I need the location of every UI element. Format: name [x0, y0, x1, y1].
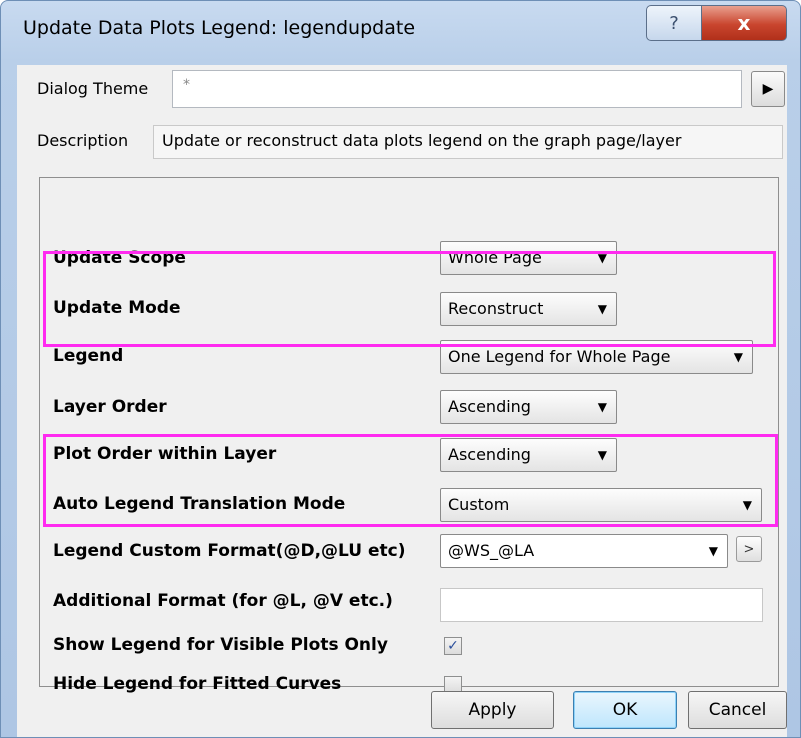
- close-icon: x: [737, 11, 751, 35]
- auto-translation-value: Custom: [448, 495, 510, 514]
- chevron-right-icon: >: [743, 541, 755, 557]
- custom-format-label: Legend Custom Format(@D,@LU etc): [53, 541, 406, 561]
- chevron-down-icon: ▼: [597, 448, 607, 462]
- window-title: Update Data Plots Legend: legendupdate: [23, 17, 416, 39]
- custom-format-more-button[interactable]: >: [736, 536, 762, 562]
- cancel-button[interactable]: Cancel: [688, 691, 787, 729]
- layer-order-label: Layer Order: [53, 397, 167, 417]
- plot-order-dropdown[interactable]: Ascending ▼: [440, 438, 617, 472]
- show-visible-only-label: Show Legend for Visible Plots Only: [53, 635, 388, 655]
- help-button[interactable]: ?: [646, 5, 702, 41]
- title-bar[interactable]: Update Data Plots Legend: legendupdate ?…: [1, 1, 800, 65]
- update-scope-value: Whole Page: [448, 248, 542, 267]
- auto-translation-dropdown[interactable]: Custom ▼: [440, 488, 762, 522]
- custom-format-combo[interactable]: @WS_@LA ▼: [440, 534, 728, 568]
- triangle-right-icon: ▶: [762, 81, 774, 97]
- show-visible-only-checkbox[interactable]: ✓: [444, 637, 462, 655]
- legend-dropdown[interactable]: One Legend for Whole Page ▼: [440, 340, 753, 374]
- settings-panel: Update Scope Whole Page ▼ Update Mode Re…: [39, 177, 779, 694]
- dialog-theme-input[interactable]: *: [172, 70, 742, 108]
- auto-translation-label: Auto Legend Translation Mode: [53, 494, 346, 514]
- apply-button[interactable]: Apply: [431, 691, 554, 729]
- chevron-down-icon: ▼: [597, 302, 607, 316]
- description-text: Update or reconstruct data plots legend …: [153, 125, 783, 159]
- dialog-theme-label: Dialog Theme: [37, 79, 149, 98]
- legend-value: One Legend for Whole Page: [448, 347, 671, 366]
- legend-label: Legend: [53, 346, 124, 366]
- custom-format-value: @WS_@LA: [448, 541, 535, 560]
- ok-button[interactable]: OK: [573, 691, 677, 729]
- update-mode-dropdown[interactable]: Reconstruct ▼: [440, 292, 617, 326]
- update-scope-label: Update Scope: [53, 248, 186, 268]
- update-scope-dropdown[interactable]: Whole Page ▼: [440, 241, 617, 275]
- help-icon: ?: [669, 12, 679, 34]
- chevron-down-icon: ▼: [742, 498, 752, 512]
- chevron-down-icon: ▼: [733, 350, 743, 364]
- chevron-down-icon: ▼: [597, 251, 607, 265]
- dialog-window: Update Data Plots Legend: legendupdate ?…: [0, 0, 801, 738]
- plot-order-label: Plot Order within Layer: [53, 444, 277, 464]
- close-button[interactable]: x: [701, 5, 787, 41]
- chevron-down-icon: ▼: [708, 544, 718, 558]
- update-mode-label: Update Mode: [53, 298, 181, 318]
- additional-format-label: Additional Format (for @L, @V etc.): [53, 591, 393, 611]
- description-label: Description: [37, 131, 129, 150]
- plot-order-value: Ascending: [448, 445, 531, 464]
- dialog-theme-menu-button[interactable]: ▶: [751, 71, 785, 107]
- layer-order-dropdown[interactable]: Ascending ▼: [440, 390, 617, 424]
- dialog-body: Dialog Theme * ▶ Description Update or r…: [17, 65, 787, 737]
- additional-format-input[interactable]: [440, 588, 763, 622]
- update-mode-value: Reconstruct: [448, 299, 544, 318]
- hide-fitted-label: Hide Legend for Fitted Curves: [53, 674, 342, 694]
- chevron-down-icon: ▼: [597, 400, 607, 414]
- checkmark-icon: ✓: [447, 638, 459, 654]
- layer-order-value: Ascending: [448, 397, 531, 416]
